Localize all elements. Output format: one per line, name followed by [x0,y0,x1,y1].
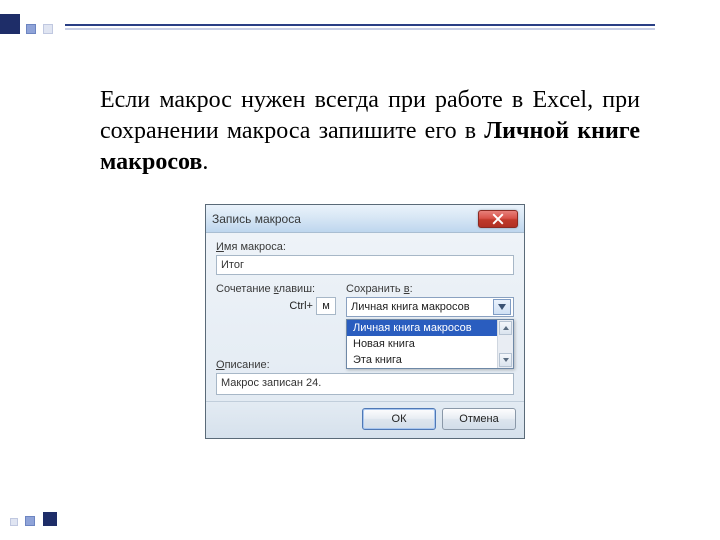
description-value: Макрос записан 24. [221,377,321,389]
chevron-down-icon [498,304,506,310]
save-in-combo[interactable]: Личная книга макросов [346,297,514,317]
dropdown-option[interactable]: Личная книга макросов [347,320,497,336]
decor-square-light [43,24,53,34]
chevron-down-icon [503,358,509,362]
macro-name-value: Итог [221,259,244,271]
slide-header-decor [0,14,720,39]
macro-name-label: Имя макроса: [216,241,514,253]
save-in-label: Сохранить в: [346,283,514,295]
dialog-title: Запись макроса [212,212,478,226]
decor-square-mid [26,24,36,34]
dropdown-option[interactable]: Новая книга [347,336,497,352]
ok-button[interactable]: ОК [362,408,436,430]
scroll-down-button[interactable] [499,353,512,367]
decor-square-dark [0,14,20,34]
save-in-dropdown-list[interactable]: Личная книга макросов Новая книга Эта кн… [346,319,514,369]
description-input[interactable]: Макрос записан 24. [216,373,514,395]
close-button[interactable] [478,210,518,228]
dropdown-option[interactable]: Эта книга [347,352,497,368]
save-in-value: Личная книга макросов [351,301,493,313]
record-macro-dialog: Запись макроса Имя макроса: Итог Сочетан… [205,204,525,439]
close-icon [492,213,504,225]
slide-paragraph: Если макрос нужен всегда при работе в Ex… [100,85,640,179]
shortcut-key-input[interactable]: м [316,297,336,315]
ctrl-prefix: Ctrl+ [289,300,313,312]
dialog-titlebar[interactable]: Запись макроса [206,205,524,233]
cancel-button[interactable]: Отмена [442,408,516,430]
scroll-up-button[interactable] [499,321,512,335]
macro-name-input[interactable]: Итог [216,255,514,275]
slide-footer-decor [10,508,60,526]
dialog-button-bar: ОК Отмена [206,401,524,438]
shortcut-label: Сочетание клавиш: [216,283,336,295]
combo-dropdown-button[interactable] [493,299,511,315]
chevron-up-icon [503,326,509,330]
dropdown-scrollbar[interactable] [497,320,513,368]
